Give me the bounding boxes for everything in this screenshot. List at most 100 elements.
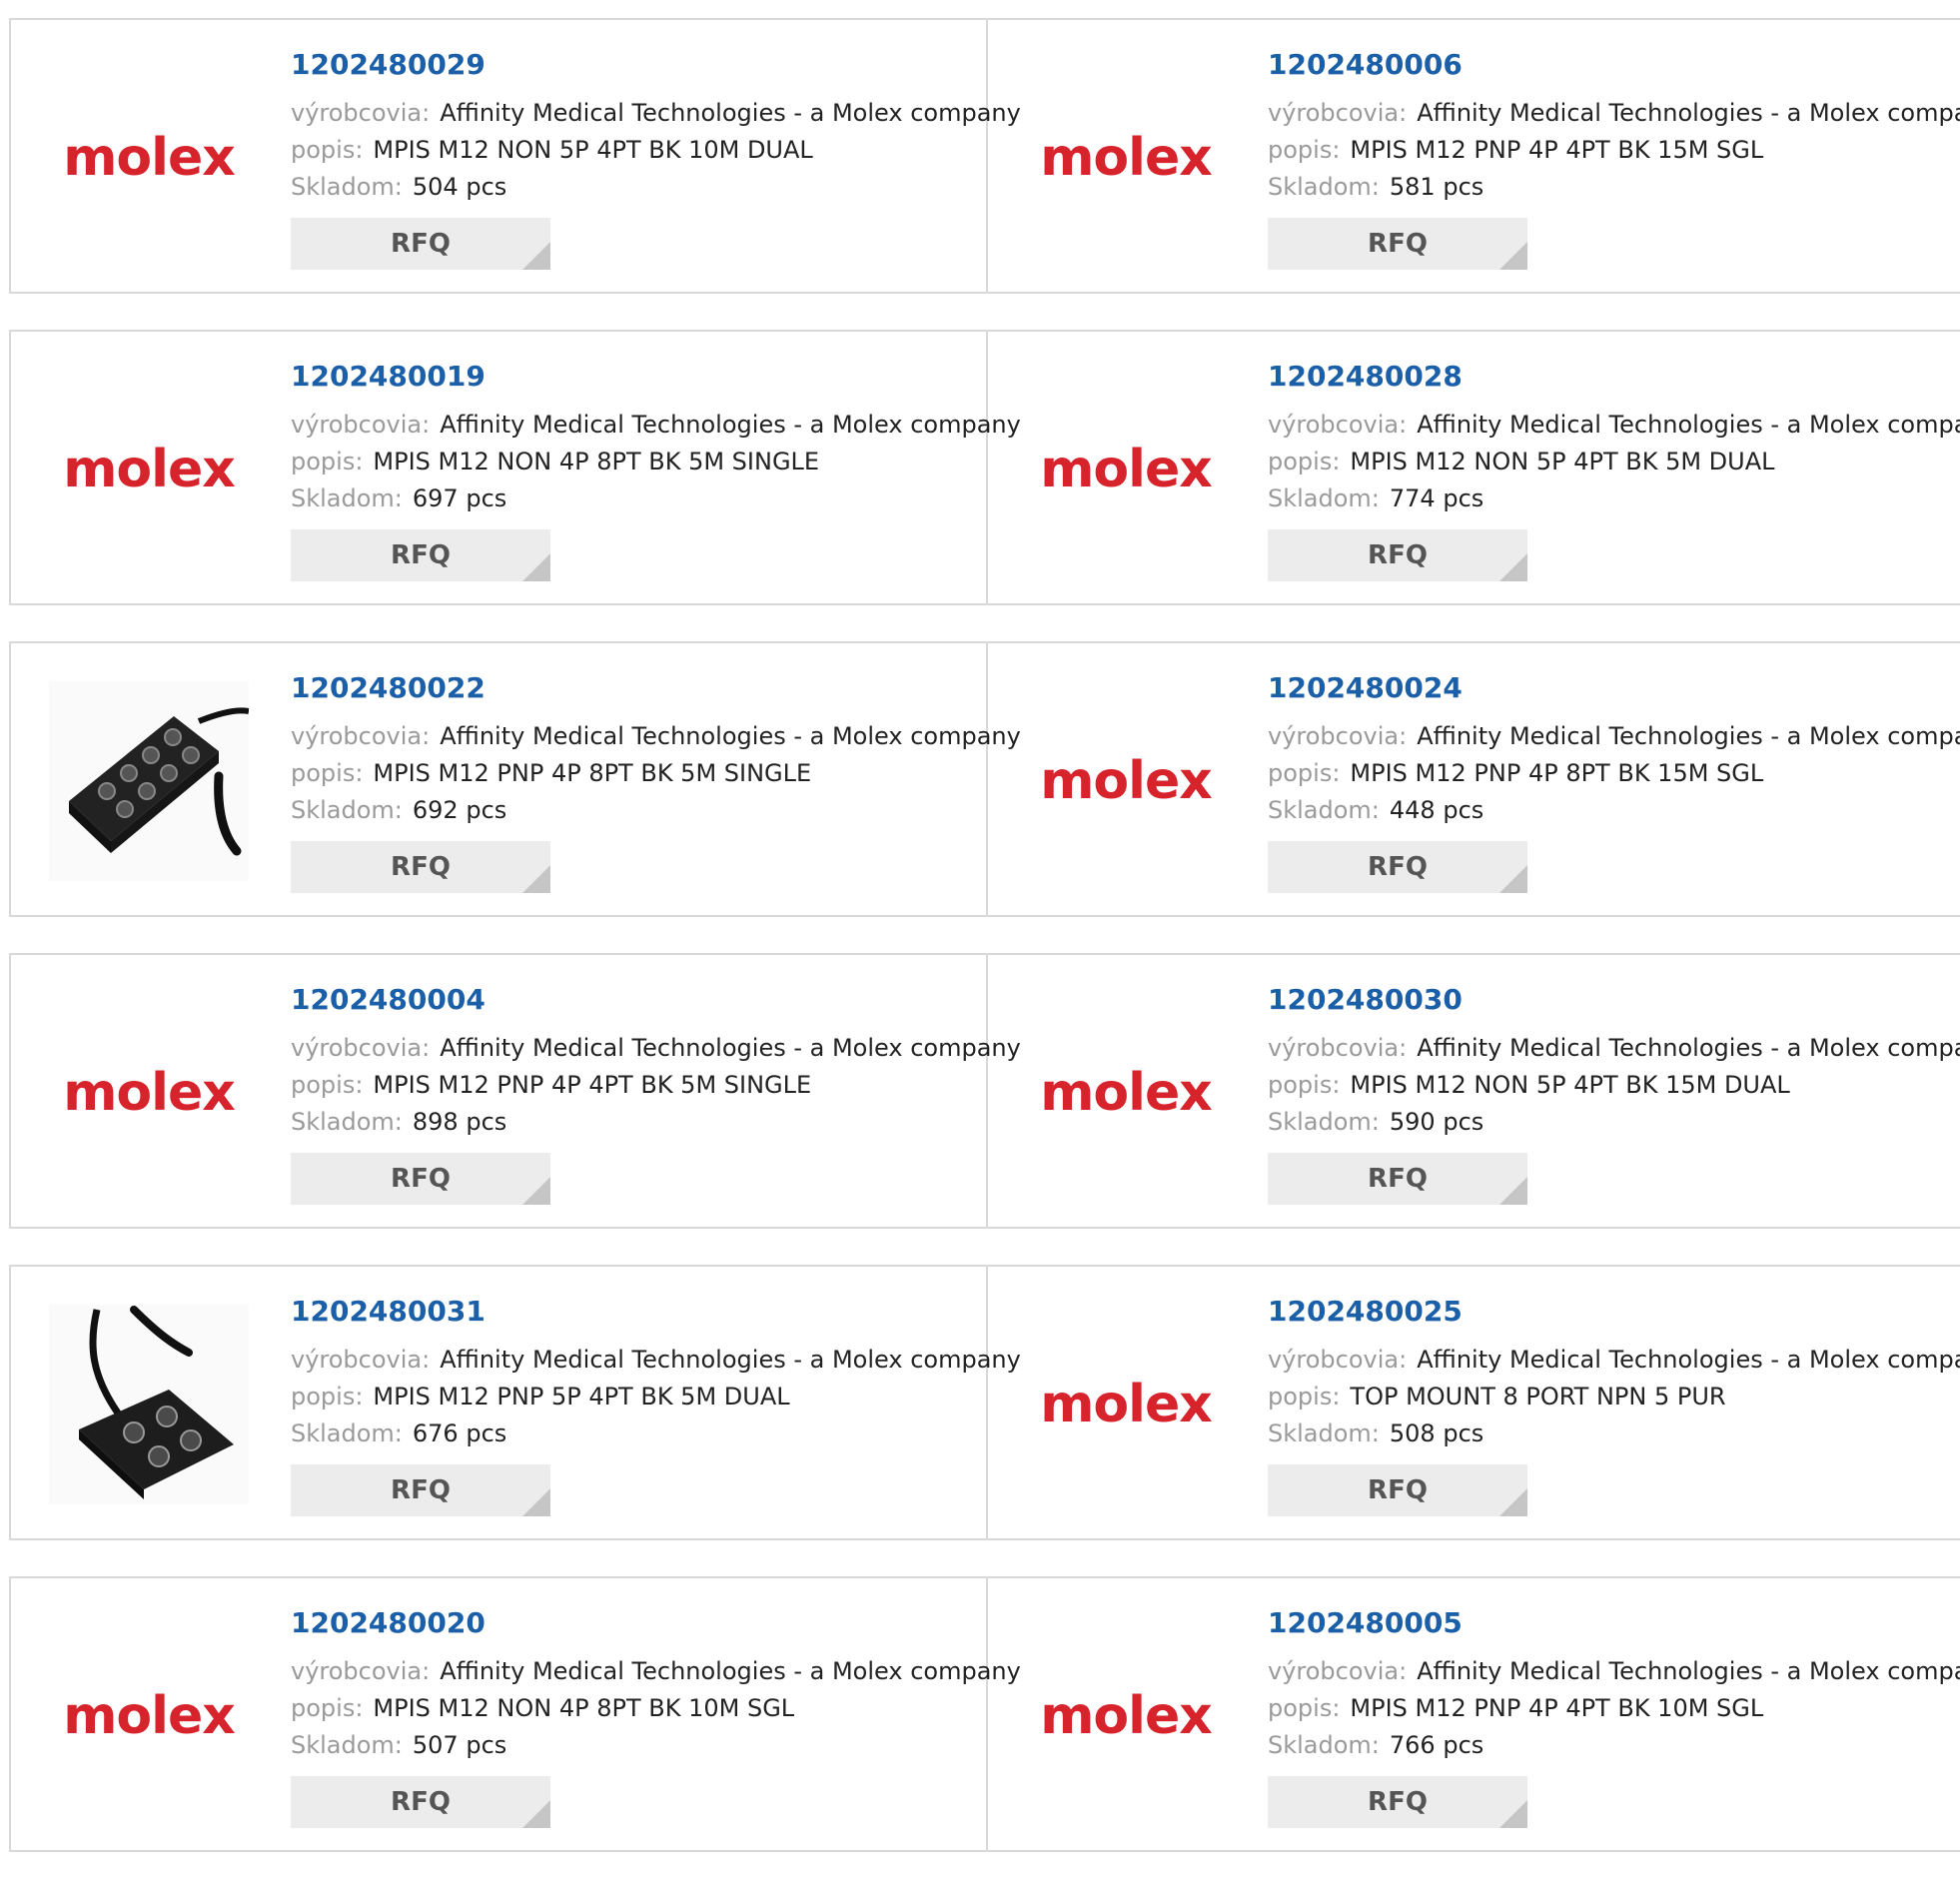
product-image[interactable]: molex <box>1026 681 1226 881</box>
description-value: MPIS M12 PNP 4P 4PT BK 10M SGL <box>1350 1694 1764 1722</box>
description-row: popis: MPIS M12 PNP 5P 4PT BK 5M DUAL <box>291 1379 976 1416</box>
product-info: 1202480028 výrobcovia: Affinity Medical T… <box>1268 360 1960 581</box>
manufacturer-value: Affinity Medical Technologies - a Molex … <box>1417 99 1960 127</box>
manufacturer-value: Affinity Medical Technologies - a Molex … <box>440 1657 1021 1685</box>
stock-label: Skladom: <box>291 1731 403 1759</box>
product-image[interactable]: molex <box>1026 993 1226 1193</box>
corner-triangle-icon <box>1499 1488 1527 1516</box>
description-label: popis: <box>291 448 364 475</box>
manufacturer-row: výrobcovia: Affinity Medical Technologies… <box>1268 407 1960 444</box>
corner-triangle-icon <box>522 1488 550 1516</box>
product-info: 1202480004 výrobcovia: Affinity Medical T… <box>291 983 1021 1205</box>
product-info: 1202480025 výrobcovia: Affinity Medical T… <box>1268 1295 1960 1516</box>
stock-value: 774 pcs <box>1389 484 1484 512</box>
product-image[interactable]: molex <box>49 370 249 569</box>
manufacturer-row: výrobcovia: Affinity Medical Technologies… <box>291 95 1021 132</box>
part-number-link[interactable]: 1202480020 <box>291 1606 486 1639</box>
description-value: MPIS M12 NON 4P 8PT BK 10M SGL <box>373 1694 795 1722</box>
part-number-link[interactable]: 1202480031 <box>291 1295 486 1328</box>
description-value: MPIS M12 PNP 5P 4PT BK 5M DUAL <box>373 1383 790 1411</box>
product-image[interactable]: molex <box>1026 58 1226 258</box>
stock-label: Skladom: <box>291 484 403 512</box>
rfq-button[interactable]: RFQ <box>1268 529 1527 581</box>
manufacturer-row: výrobcovia: Affinity Medical Technologies… <box>1268 1653 1960 1690</box>
rfq-button[interactable]: RFQ <box>291 1153 550 1205</box>
manufacturer-label: výrobcovia: <box>291 1346 431 1374</box>
corner-triangle-icon <box>522 242 550 270</box>
part-number-link[interactable]: 1202480006 <box>1268 48 1463 81</box>
product-info: 1202480031 výrobcovia: Affinity Medical T… <box>291 1295 1021 1516</box>
rfq-label: RFQ <box>1368 1475 1428 1505</box>
product-image[interactable]: molex <box>49 58 249 258</box>
product-grid: molex 1202480029 výrobcovia: Affinity Med… <box>9 18 1960 1888</box>
product-image[interactable] <box>49 681 249 881</box>
stock-value: 448 pcs <box>1389 796 1484 824</box>
part-number-link[interactable]: 1202480025 <box>1268 1295 1463 1328</box>
manufacturer-value: Affinity Medical Technologies - a Molex … <box>440 1034 1021 1062</box>
description-row: popis: MPIS M12 PNP 4P 8PT BK 15M SGL <box>1268 755 1952 792</box>
manufacturer-label: výrobcovia: <box>291 722 431 750</box>
part-number-link[interactable]: 1202480004 <box>291 983 486 1016</box>
product-image[interactable]: molex <box>1026 1616 1226 1816</box>
part-number-link[interactable]: 1202480030 <box>1268 983 1463 1016</box>
molex-logo: molex <box>63 1686 236 1746</box>
product-info: 1202480029 výrobcovia: Affinity Medical T… <box>291 48 1021 270</box>
corner-triangle-icon <box>522 1800 550 1828</box>
part-number-link[interactable]: 1202480029 <box>291 48 486 81</box>
stock-label: Skladom: <box>291 796 403 824</box>
product-info: 1202480022 výrobcovia: Affinity Medical T… <box>291 671 1021 893</box>
molex-logo: molex <box>63 440 236 499</box>
rfq-label: RFQ <box>391 229 451 259</box>
product-row: 1202480031 výrobcovia: Affinity Medical T… <box>9 1265 1960 1540</box>
rfq-button[interactable]: RFQ <box>1268 1464 1527 1516</box>
stock-label: Skladom: <box>291 1419 403 1447</box>
manufacturer-row: výrobcovia: Affinity Medical Technologies… <box>1268 1030 1960 1067</box>
manufacturer-value: Affinity Medical Technologies - a Molex … <box>1417 411 1960 439</box>
stock-value: 508 pcs <box>1389 1419 1484 1447</box>
connector-box-8-port-photo <box>49 681 249 881</box>
rfq-button[interactable]: RFQ <box>291 1776 550 1828</box>
rfq-button[interactable]: RFQ <box>1268 841 1527 893</box>
molex-logo: molex <box>63 1063 236 1123</box>
rfq-button[interactable]: RFQ <box>1268 1153 1527 1205</box>
rfq-button[interactable]: RFQ <box>291 529 550 581</box>
stock-label: Skladom: <box>291 173 403 201</box>
molex-logo: molex <box>1040 440 1213 499</box>
description-value: MPIS M12 PNP 4P 4PT BK 15M SGL <box>1350 136 1764 164</box>
product-card: molex 1202480030 výrobcovia: Affinity Med… <box>988 955 1960 1227</box>
rfq-button[interactable]: RFQ <box>1268 1776 1527 1828</box>
part-number-link[interactable]: 1202480022 <box>291 671 486 704</box>
product-card: 1202480031 výrobcovia: Affinity Medical T… <box>11 1267 1021 1538</box>
product-info: 1202480020 výrobcovia: Affinity Medical T… <box>291 1606 1021 1828</box>
manufacturer-label: výrobcovia: <box>1268 1034 1408 1062</box>
rfq-button[interactable]: RFQ <box>291 1464 550 1516</box>
part-number-link[interactable]: 1202480028 <box>1268 360 1463 393</box>
rfq-label: RFQ <box>391 1475 451 1505</box>
product-image[interactable]: molex <box>1026 1305 1226 1504</box>
part-number-link[interactable]: 1202480024 <box>1268 671 1463 704</box>
description-label: popis: <box>291 1071 364 1099</box>
stock-label: Skladom: <box>1268 1419 1380 1447</box>
product-image[interactable]: molex <box>1026 370 1226 569</box>
rfq-button[interactable]: RFQ <box>291 841 550 893</box>
stock-label: Skladom: <box>291 1108 403 1136</box>
product-image[interactable]: molex <box>49 993 249 1193</box>
rfq-label: RFQ <box>391 540 451 570</box>
description-value: MPIS M12 PNP 4P 8PT BK 5M SINGLE <box>373 759 812 787</box>
product-row: molex 1202480004 výrobcovia: Affinity Med… <box>9 953 1960 1229</box>
rfq-button[interactable]: RFQ <box>1268 218 1527 270</box>
manufacturer-row: výrobcovia: Affinity Medical Technologies… <box>291 718 1021 755</box>
product-row: molex 1202480029 výrobcovia: Affinity Med… <box>9 18 1960 294</box>
rfq-button[interactable]: RFQ <box>291 218 550 270</box>
part-number-link[interactable]: 1202480019 <box>291 360 486 393</box>
stock-row: Skladom: 507 pcs <box>291 1727 976 1764</box>
molex-logo: molex <box>1040 1063 1213 1123</box>
description-label: popis: <box>1268 1383 1341 1411</box>
rfq-label: RFQ <box>391 1164 451 1194</box>
product-image[interactable]: molex <box>49 1616 249 1816</box>
description-label: popis: <box>1268 1071 1341 1099</box>
part-number-link[interactable]: 1202480005 <box>1268 1606 1463 1639</box>
description-row: popis: MPIS M12 NON 5P 4PT BK 10M DUAL <box>291 132 976 169</box>
stock-value: 898 pcs <box>412 1108 507 1136</box>
product-image[interactable] <box>49 1305 249 1504</box>
